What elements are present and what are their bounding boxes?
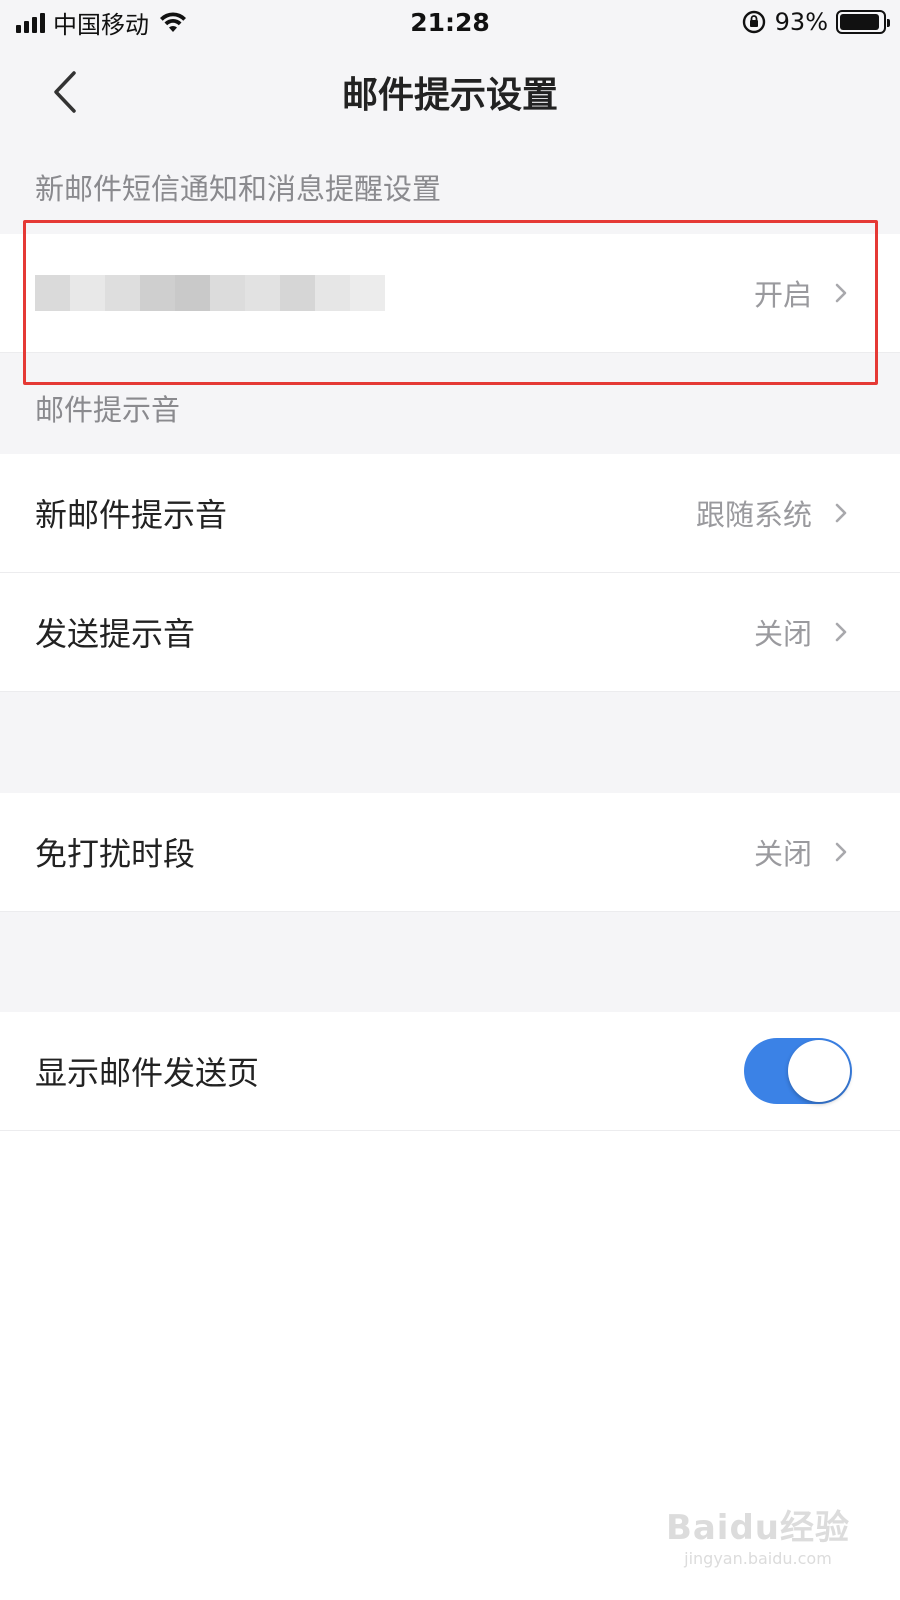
send-sound-right: 关闭 — [754, 611, 852, 653]
chevron-left-icon — [54, 71, 76, 113]
dnd-row[interactable]: 免打扰时段 关闭 — [0, 793, 900, 912]
send-sound-value: 关闭 — [753, 617, 812, 651]
chevron-right-icon — [835, 283, 847, 303]
back-button[interactable] — [40, 68, 88, 116]
send-sound-row[interactable]: 发送提示音 关闭 — [0, 573, 900, 692]
battery-icon — [836, 10, 890, 34]
signal-icon — [16, 11, 45, 33]
status-right: 93% — [741, 8, 890, 36]
page-title: 邮件提示设置 — [341, 75, 558, 116]
new-mail-sound-value: 跟随系统 — [695, 498, 812, 532]
chevron-right-icon — [835, 622, 847, 642]
show-send-page-toggle[interactable] — [744, 1038, 852, 1104]
toggle-knob — [788, 1040, 850, 1102]
section-label-sound: 邮件提示音 — [35, 393, 181, 427]
rotation-lock-icon — [742, 10, 765, 34]
status-bar: 中国移动 21:28 93% — [0, 0, 900, 44]
battery-fill — [840, 14, 880, 30]
watermark-url: jingyan.baidu.com — [684, 1549, 832, 1568]
dnd-right: 关闭 — [754, 831, 852, 873]
sms-notification-row[interactable]: 开启 — [0, 234, 900, 353]
battery-percent: 93% — [774, 8, 828, 36]
chevron-right-icon — [835, 842, 847, 862]
send-sound-label: 发送提示音 — [35, 615, 196, 653]
wifi-icon — [160, 12, 186, 32]
new-mail-sound-label: 新邮件提示音 — [35, 496, 228, 534]
dnd-label: 免打扰时段 — [35, 835, 196, 873]
new-mail-sound-row[interactable]: 新邮件提示音 跟随系统 — [0, 454, 900, 573]
status-left: 中国移动 — [16, 5, 189, 40]
sms-notification-value: 开启 — [753, 278, 812, 312]
watermark: Baidu经验 jingyan.baidu.com — [666, 1500, 850, 1568]
sms-row-right: 开启 — [754, 272, 852, 314]
watermark-logo: Baidu经验 — [665, 1508, 850, 1548]
show-send-page-label: 显示邮件发送页 — [35, 1054, 260, 1092]
dnd-value: 关闭 — [753, 837, 812, 871]
blurred-label — [35, 275, 385, 311]
section-label-sms: 新邮件短信通知和消息提醒设置 — [35, 172, 442, 206]
nav-bar: 邮件提示设置 — [0, 44, 900, 140]
chevron-right-icon — [835, 503, 847, 523]
carrier-label: 中国移动 — [53, 10, 149, 39]
show-send-page-row: 显示邮件发送页 — [0, 1012, 900, 1131]
new-mail-sound-right: 跟随系统 — [696, 492, 852, 534]
